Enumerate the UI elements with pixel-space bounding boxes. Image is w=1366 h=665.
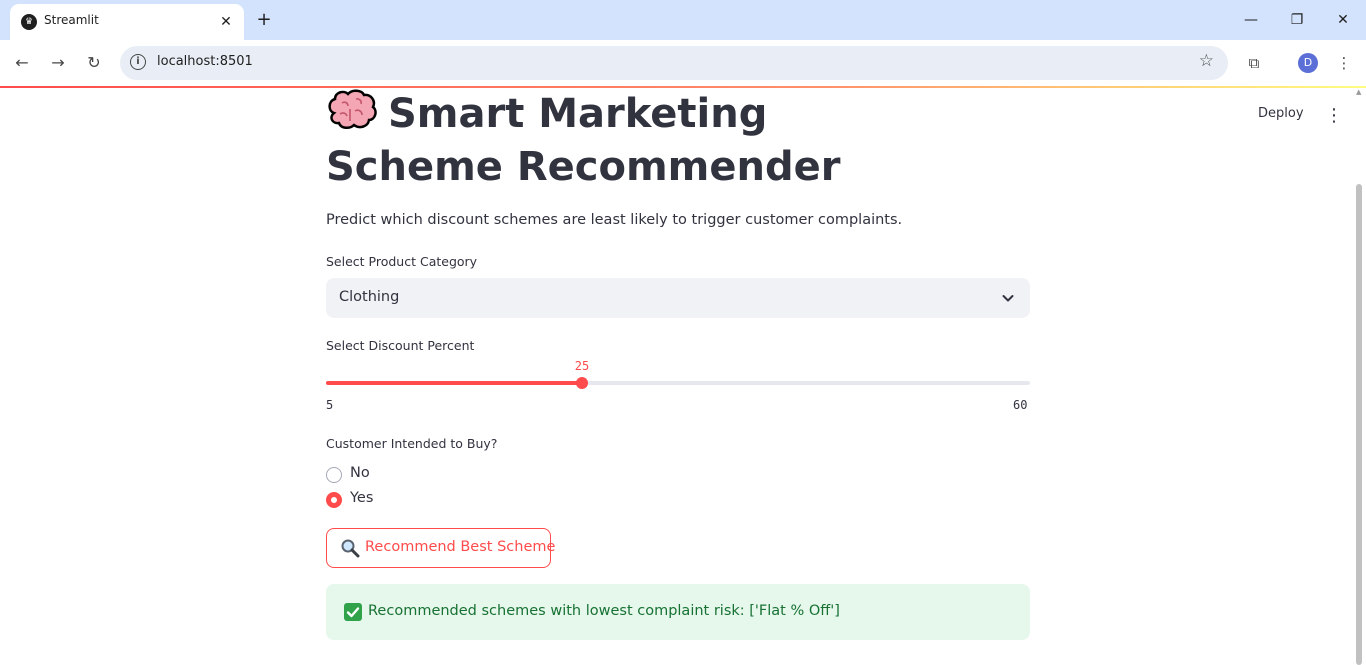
browser-tab-strip: ♛ Streamlit ✕ + — ❐ ✕ [0, 0, 1366, 40]
bookmark-star-icon[interactable]: ☆ [1199, 51, 1214, 71]
restore-icon[interactable]: ❐ [1274, 0, 1320, 40]
browser-tab[interactable]: ♛ Streamlit ✕ [10, 4, 244, 40]
chevron-down-icon [1002, 295, 1014, 302]
browser-toolbar: ← → ↻ i localhost:8501 ☆ ⧉ D ⋮ [0, 40, 1366, 86]
app-menu-icon[interactable]: ⋮ [1322, 104, 1346, 128]
site-info-icon[interactable]: i [130, 54, 146, 70]
minimize-icon[interactable]: — [1228, 0, 1274, 40]
scroll-up-arrow-icon[interactable]: ▲ [1356, 88, 1361, 96]
result-text: Recommended schemes with lowest complain… [368, 603, 840, 619]
close-window-icon[interactable]: ✕ [1320, 0, 1366, 40]
slider-min-label: 5 [326, 398, 334, 412]
recommend-button[interactable]: Recommend Best Scheme [326, 528, 555, 568]
discount-slider[interactable] [326, 377, 1030, 389]
slider-current-value: 25 [574, 359, 590, 373]
result-success-alert: Recommended schemes with lowest complain… [326, 584, 1030, 640]
page-title-text: Smart Marketing Scheme Recommender [326, 91, 841, 190]
intent-label: Customer Intended to Buy? [326, 436, 498, 451]
back-icon[interactable]: ← [10, 51, 34, 75]
page-scrollbar[interactable] [1356, 184, 1362, 665]
radio-button[interactable] [326, 492, 342, 508]
deploy-button[interactable]: Deploy [1258, 106, 1304, 121]
reload-icon[interactable]: ↻ [82, 51, 106, 75]
brain-icon [328, 89, 377, 129]
tab-search-icon[interactable]: ⧉ [1242, 51, 1266, 75]
radio-label: Yes [350, 490, 374, 506]
radio-label: No [350, 465, 370, 481]
recommend-button-label: Recommend Best Scheme [365, 539, 556, 555]
category-select[interactable]: Clothing [326, 278, 1030, 318]
discount-label: Select Discount Percent [326, 338, 475, 353]
slider-fill [326, 381, 582, 385]
streamlit-favicon-icon: ♛ [21, 14, 37, 30]
page-subtitle: Predict which discount schemes are least… [326, 212, 903, 228]
magnifier-icon [341, 539, 360, 558]
browser-menu-icon[interactable]: ⋮ [1332, 51, 1356, 75]
tab-title: Streamlit [44, 13, 99, 27]
forward-icon[interactable]: → [46, 51, 70, 75]
slider-max-label: 60 [1013, 398, 1028, 412]
check-mark-icon [344, 603, 362, 621]
category-label: Select Product Category [326, 254, 478, 269]
page-title: Smart Marketing Scheme Recommender [326, 88, 946, 194]
close-tab-icon[interactable]: ✕ [214, 10, 238, 34]
address-bar[interactable]: i localhost:8501 ☆ [120, 46, 1228, 80]
slider-thumb[interactable] [576, 377, 588, 389]
radio-button[interactable] [326, 467, 342, 483]
profile-avatar[interactable]: D [1298, 53, 1318, 73]
address-url[interactable]: localhost:8501 [157, 54, 253, 69]
category-selected-value: Clothing [339, 289, 400, 305]
new-tab-icon[interactable]: + [252, 8, 276, 32]
